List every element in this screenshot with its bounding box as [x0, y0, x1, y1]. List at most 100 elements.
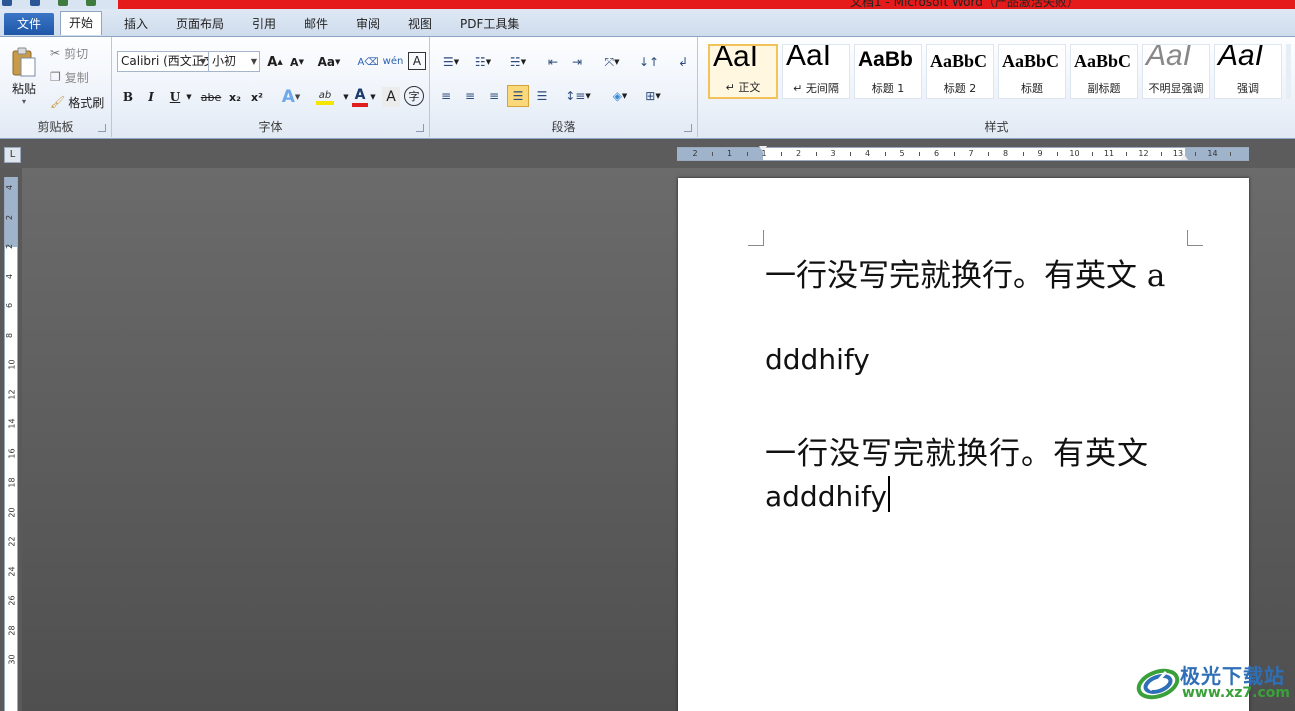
- borders-button[interactable]: ⊞ ▼: [640, 86, 666, 106]
- distribute-button[interactable]: ☰: [532, 86, 552, 106]
- ruler-number: 4: [5, 273, 15, 279]
- highlight-button[interactable]: ab: [310, 86, 340, 108]
- style-no-spacing[interactable]: AaI ↵ 无间隔: [782, 44, 850, 99]
- document-line-with-caret[interactable]: adddhify: [765, 476, 890, 513]
- align-right-button[interactable]: ≡: [484, 86, 504, 106]
- ruler-number: 6: [5, 302, 15, 309]
- style-subtitle[interactable]: AaBbC 副标题: [1070, 44, 1138, 99]
- sort-button[interactable]: ↓↑: [638, 52, 660, 72]
- ruler-tick: [746, 152, 748, 156]
- multilevel-list-button[interactable]: ☵ ▼: [504, 52, 532, 72]
- paste-dropdown-icon[interactable]: ▾: [22, 97, 26, 106]
- document-line[interactable]: dddhify: [765, 343, 870, 376]
- clipboard-group-label: 剪贴板: [37, 120, 74, 134]
- cut-label: 剪切: [64, 46, 89, 61]
- font-color-button[interactable]: A: [350, 86, 370, 108]
- numbering-button[interactable]: ☷ ▼: [470, 52, 496, 72]
- increase-indent-button[interactable]: ⇥: [568, 52, 586, 72]
- word-app-icon[interactable]: [2, 0, 12, 6]
- increase-indent-icon: ⇥: [571, 55, 583, 69]
- style-sample: AaI: [713, 44, 759, 73]
- text-effect-button[interactable]: A ▼: [280, 86, 302, 108]
- phonetic-guide-icon: wén: [382, 55, 404, 67]
- save-icon[interactable]: [30, 0, 40, 6]
- ruler-tick: [884, 152, 886, 156]
- underline-button[interactable]: U: [167, 87, 183, 107]
- enclose-char-button[interactable]: 字: [404, 86, 424, 106]
- font-color-dropdown-icon[interactable]: ▼: [369, 87, 377, 107]
- paste-button[interactable]: 粘贴 ▾: [4, 41, 44, 111]
- bullets-button[interactable]: ☰ ▼: [438, 52, 464, 72]
- style-gallery-more[interactable]: [1286, 44, 1291, 99]
- align-left-icon: ≡: [440, 89, 452, 103]
- ruler-tick: [1057, 152, 1059, 156]
- bold-button[interactable]: B: [120, 87, 136, 107]
- document-line[interactable]: 一行没写完就换行。有英文: [765, 428, 1149, 473]
- shading-button[interactable]: ◈ ▼: [606, 86, 634, 106]
- font-name-combo[interactable]: Calibri (西文正文) ▼: [117, 51, 209, 72]
- align-center-button[interactable]: ≡: [460, 86, 480, 106]
- char-shading-icon: A: [386, 89, 396, 105]
- style-subtle-emphasis[interactable]: AaI 不明显强调: [1142, 44, 1210, 99]
- font-launcher-icon[interactable]: [416, 124, 424, 132]
- font-size-combo[interactable]: 小初 ▼: [208, 51, 260, 72]
- tab-file[interactable]: 文件: [4, 13, 54, 35]
- undo-icon[interactable]: [58, 0, 68, 6]
- phonetic-guide-button[interactable]: wén: [382, 50, 404, 72]
- tab-view[interactable]: 视图: [400, 14, 440, 36]
- tab-home[interactable]: 开始: [60, 11, 103, 35]
- style-emphasis[interactable]: AaI 强调: [1214, 44, 1282, 99]
- grow-font-button[interactable]: A ▲: [266, 52, 284, 72]
- change-case-button[interactable]: Aa ▼: [316, 52, 342, 72]
- clipboard-launcher-icon[interactable]: [98, 124, 106, 132]
- tab-mailings[interactable]: 邮件: [296, 14, 336, 36]
- horizontal-ruler[interactable]: 2 1 1 2 3 4 5 6 7 8 9 10 11 12 13 14: [677, 146, 1249, 161]
- tab-references[interactable]: 引用: [244, 14, 284, 36]
- char-border-button[interactable]: A: [408, 52, 426, 70]
- vertical-ruler[interactable]: 4 2 2 4 6 8 10 12 14 16 18 20 22 24 26 28 30: [4, 177, 18, 711]
- tab-review[interactable]: 审阅: [348, 14, 388, 36]
- clear-format-icon: A⌫: [357, 56, 379, 68]
- shrink-font-button[interactable]: A ▼: [288, 52, 306, 72]
- decrease-indent-button[interactable]: ⇤: [544, 52, 562, 72]
- style-heading-1[interactable]: AaBb 标题 1: [854, 44, 922, 99]
- style-title[interactable]: AaBbC 标题: [998, 44, 1066, 99]
- paragraph-launcher-icon[interactable]: [684, 124, 692, 132]
- tab-pdf-tools[interactable]: PDF工具集: [452, 14, 527, 36]
- justify-button[interactable]: ☰: [507, 85, 529, 107]
- ruler-tick: [919, 152, 921, 156]
- superscript-button[interactable]: x²: [248, 87, 266, 107]
- text-effect-icon: A: [281, 87, 295, 107]
- ruler-tick: [988, 152, 990, 156]
- tab-insert[interactable]: 插入: [116, 14, 156, 36]
- subscript-button[interactable]: x₂: [226, 87, 244, 107]
- ruler-tick: [712, 152, 714, 156]
- style-name: 标题 2: [943, 82, 977, 95]
- chinese-layout-button[interactable]: ⤧ ▼: [598, 52, 626, 72]
- ruler-number: 2: [692, 149, 698, 158]
- style-heading-2[interactable]: AaBbC 标题 2: [926, 44, 994, 99]
- clear-format-button[interactable]: A⌫: [357, 52, 379, 72]
- ruler-tick: [1022, 152, 1024, 156]
- underline-dropdown-icon[interactable]: ▼: [185, 87, 193, 107]
- cut-button[interactable]: ✂ 剪切: [50, 44, 88, 62]
- paragraph-group: ☰ ▼ ☷ ▼ ☵ ▼ ⇤ ⇥ ⤧ ▼ ↓↑ ↲ ≡ ≡ ≡ ☰ ☰ ↕≡ ▼ ◈ ▼ ⊞ ▼…: [430, 37, 698, 137]
- copy-button[interactable]: ❐ 复制: [50, 68, 89, 86]
- document-line[interactable]: 一行没写完就换行。有英文 a: [765, 250, 1165, 295]
- ruler-number: 16: [7, 447, 17, 459]
- show-marks-button[interactable]: ↲: [674, 52, 692, 72]
- document-page[interactable]: 一行没写完就换行。有英文 a dddhify 一行没写完就换行。有英文 addd…: [678, 178, 1249, 711]
- paintbrush-icon: 🖌: [50, 95, 66, 109]
- strikethrough-button[interactable]: abe: [200, 87, 222, 107]
- format-painter-button[interactable]: 🖌 格式刷: [50, 93, 104, 111]
- align-left-button[interactable]: ≡: [436, 86, 456, 106]
- ruler-number: 2: [5, 214, 15, 220]
- highlight-dropdown-icon[interactable]: ▼: [342, 87, 350, 107]
- italic-button[interactable]: I: [143, 87, 159, 107]
- char-shading-button[interactable]: A: [382, 87, 400, 107]
- redo-icon[interactable]: [86, 0, 96, 6]
- tab-page-layout[interactable]: 页面布局: [168, 14, 232, 36]
- style-normal[interactable]: AaI ↵ 正文: [708, 44, 778, 99]
- line-spacing-button[interactable]: ↕≡ ▼: [564, 86, 592, 106]
- tab-selector-button[interactable]: L: [4, 147, 21, 163]
